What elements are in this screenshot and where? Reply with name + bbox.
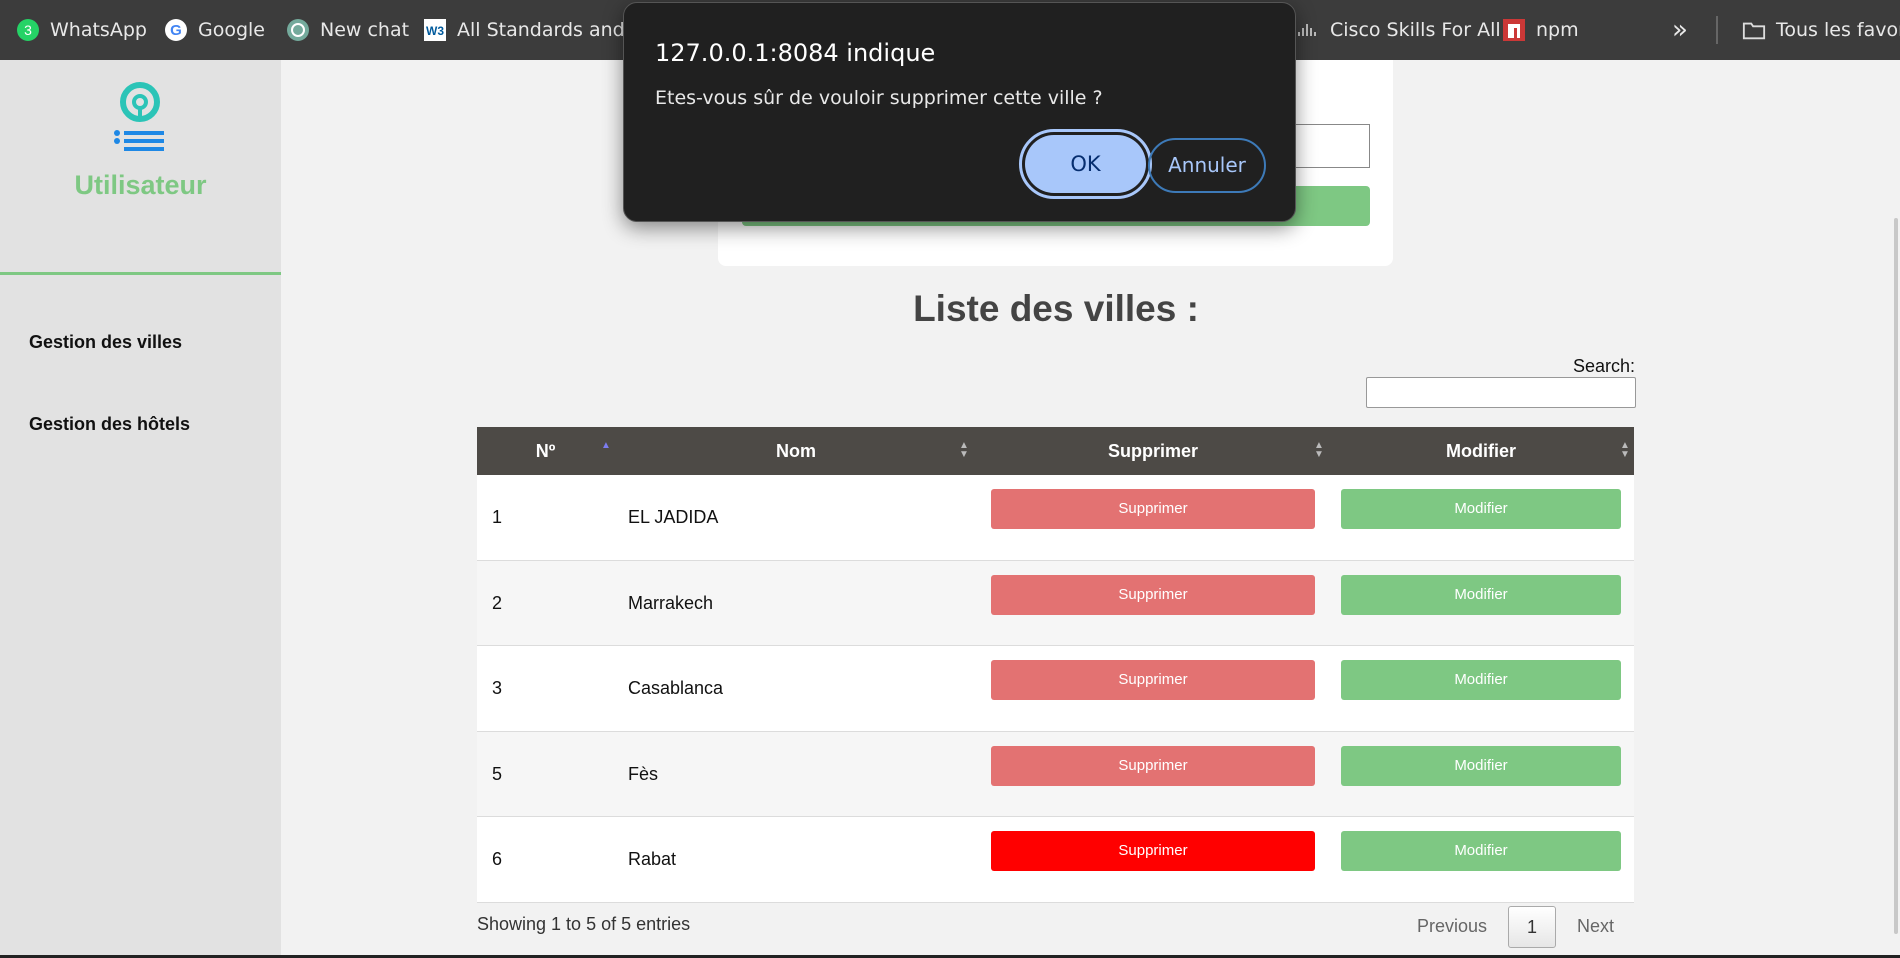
column-header-num[interactable]: Nº ▲ [477, 427, 614, 475]
svg-text:G: G [170, 22, 182, 39]
bookmarks-folder[interactable]: Tous les favoris [1742, 0, 1900, 60]
table-header: Nº ▲ Nom ▲ ▼ Supprimer ▲ ▼ Modifier ▲ ▼ [477, 427, 1634, 475]
ok-button[interactable]: OK [1019, 129, 1152, 199]
bookmark-cisco[interactable]: Cisco Skills For All [1296, 0, 1501, 60]
cell-nom: Marrakech [628, 592, 714, 613]
bookmarks-folder-label: Tous les favoris [1776, 19, 1900, 41]
bookmark-google[interactable]: G Google [164, 0, 265, 60]
cities-table: Nº ▲ Nom ▲ ▼ Supprimer ▲ ▼ Modifier ▲ ▼ 1 E… [477, 427, 1634, 903]
sort-icon: ▲ ▼ [1314, 440, 1324, 460]
user-list-icon [112, 82, 168, 154]
dialog-message: Etes-vous sûr de vouloir supprimer cette… [655, 87, 1103, 109]
delete-button[interactable]: Supprimer [991, 660, 1315, 700]
delete-button[interactable]: Supprimer [991, 745, 1315, 786]
dialog-title: 127.0.0.1:8084 indique [655, 39, 936, 67]
bookmark-label: Cisco Skills For All [1330, 19, 1501, 41]
chatgpt-icon [286, 18, 310, 42]
scrollbar[interactable] [1894, 218, 1898, 934]
npm-icon [1502, 18, 1526, 42]
sidebar-item-villes[interactable]: Gestion des villes [29, 332, 182, 353]
table-row: 1 EL JADIDA Supprimer Modifier [477, 475, 1634, 561]
sidebar: Utilisateur Gestion des villes Gestion d… [0, 60, 281, 958]
bookmark-new-chat[interactable]: New chat [286, 0, 409, 60]
cell-nom: Fès [628, 763, 659, 784]
sort-asc-icon: ▲ [601, 440, 611, 451]
ok-button-label: OK [1025, 135, 1146, 193]
sort-icon: ▲ ▼ [1620, 440, 1630, 460]
edit-button[interactable]: Modifier [1341, 660, 1621, 700]
table-row: 6 Rabat Supprimer Modifier [477, 817, 1634, 903]
pagination-previous[interactable]: Previous [1417, 916, 1487, 937]
google-icon: G [164, 18, 188, 42]
bookmark-label: WhatsApp [50, 19, 147, 41]
cell-num: 1 [492, 507, 503, 527]
cell-num: 6 [492, 849, 503, 869]
delete-button[interactable]: Supprimer [991, 489, 1315, 529]
table-row: 3 Casablanca Supprimer Modifier [477, 646, 1634, 732]
search-label: Search: [1572, 356, 1635, 376]
edit-button[interactable]: Modifier [1341, 489, 1621, 529]
table-row: 2 Marrakech Supprimer Modifier [477, 560, 1634, 646]
sidebar-title: Utilisateur [74, 170, 207, 200]
sort-icon: ▲ ▼ [959, 440, 969, 460]
pagination-next[interactable]: Next [1577, 916, 1614, 937]
cancel-button[interactable]: Annuler [1148, 138, 1266, 193]
delete-button[interactable]: Supprimer [991, 574, 1315, 615]
cell-num: 2 [492, 592, 503, 613]
confirm-dialog: 127.0.0.1:8084 indique Etes-vous sûr de … [623, 2, 1296, 222]
pagination-page[interactable]: 1 [1508, 906, 1556, 948]
column-header-modifier[interactable]: Modifier ▲ ▼ [1328, 427, 1634, 475]
page-title: Liste des villes : [913, 288, 1199, 329]
whatsapp-icon: 3 [16, 18, 40, 42]
w3c-icon: W3 [423, 18, 447, 42]
column-header-nom[interactable]: Nom ▲ ▼ [614, 427, 978, 475]
chevron-double-right-icon: » [1672, 15, 1688, 45]
sidebar-item-hotels[interactable]: Gestion des hôtels [29, 414, 190, 435]
bookmarks-overflow-button[interactable]: » [1672, 0, 1688, 60]
cell-nom: Casablanca [628, 678, 724, 698]
folder-icon [1742, 18, 1766, 42]
cisco-icon [1296, 18, 1320, 42]
bookmark-whatsapp[interactable]: 3 WhatsApp [16, 0, 147, 60]
svg-text:W3: W3 [426, 24, 444, 38]
column-header-supprimer[interactable]: Supprimer ▲ ▼ [978, 427, 1328, 475]
edit-button[interactable]: Modifier [1341, 745, 1621, 786]
cell-num: 3 [492, 678, 503, 698]
sidebar-divider [0, 272, 281, 275]
delete-button[interactable]: Supprimer [991, 831, 1315, 871]
whatsapp-badge: 3 [24, 22, 32, 38]
bookmark-label: Google [198, 19, 266, 41]
cell-nom: Rabat [628, 849, 677, 869]
cell-nom: EL JADIDA [628, 507, 719, 527]
table-info: Showing 1 to 5 of 5 entries [477, 914, 691, 934]
bookmark-npm[interactable]: npm [1502, 0, 1579, 60]
bookmark-label: npm [1536, 19, 1579, 41]
search-input[interactable] [1366, 377, 1636, 408]
edit-button[interactable]: Modifier [1341, 574, 1621, 615]
cell-num: 5 [492, 763, 503, 784]
edit-button[interactable]: Modifier [1341, 831, 1621, 871]
bookmark-label: New chat [320, 19, 410, 41]
bookmarks-divider [1716, 16, 1718, 44]
table-row: 5 Fès Supprimer Modifier [477, 731, 1634, 817]
